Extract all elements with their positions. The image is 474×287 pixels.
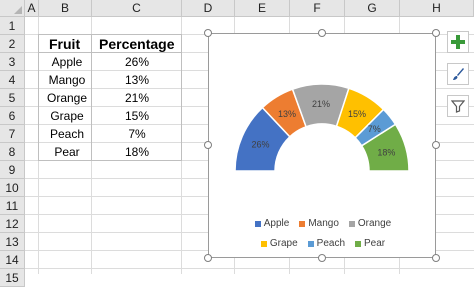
cell-percentage[interactable]: 15% <box>92 107 182 125</box>
half-doughnut-chart[interactable]: 26% 13% 21% 15% 7% 18% Apple Mango Orange Gra… <box>208 33 436 258</box>
row-header[interactable]: 12 <box>0 215 25 233</box>
cell-fruit[interactable]: Peach <box>43 125 91 143</box>
legend-swatch <box>254 220 261 227</box>
row-header[interactable]: 3 <box>0 53 25 71</box>
row-header[interactable]: 11 <box>0 197 25 215</box>
row-header[interactable]: 6 <box>0 107 25 125</box>
column-header-b[interactable]: B <box>39 0 92 17</box>
resize-handle[interactable] <box>432 254 440 262</box>
resize-handle[interactable] <box>432 29 440 37</box>
cell-fruit[interactable]: Mango <box>43 71 91 89</box>
resize-handle[interactable] <box>318 254 326 262</box>
data-label: 13% <box>278 109 296 119</box>
legend-item[interactable]: Orange <box>348 218 392 229</box>
legend-label: Apple <box>263 218 290 229</box>
legend-label: Grape <box>269 238 298 249</box>
column-header-d[interactable]: D <box>182 0 235 17</box>
cell-percentage[interactable]: 13% <box>92 71 182 89</box>
column-header-e[interactable]: E <box>235 0 290 17</box>
legend-swatch <box>348 220 355 227</box>
resize-handle[interactable] <box>204 29 212 37</box>
row-header[interactable]: 4 <box>0 71 25 89</box>
resize-handle[interactable] <box>204 254 212 262</box>
resize-handle[interactable] <box>204 141 212 149</box>
row-header[interactable]: 14 <box>0 251 25 269</box>
cell-percentage[interactable]: 26% <box>92 53 182 71</box>
header-fruit[interactable]: Fruit <box>46 35 92 53</box>
data-label: 15% <box>348 109 366 119</box>
chart-plot: 26% 13% 21% 15%7% 18% <box>234 83 410 172</box>
cell-fruit[interactable]: Apple <box>43 53 91 71</box>
column-header-g[interactable]: G <box>345 0 400 17</box>
chart-elements-button[interactable] <box>447 31 469 53</box>
data-label: 7% <box>368 124 381 134</box>
legend-label: Pear <box>364 238 386 249</box>
cell-fruit[interactable]: Orange <box>43 89 91 107</box>
row-header[interactable]: 2 <box>0 35 25 53</box>
header-percentage[interactable]: Percentage <box>96 35 182 53</box>
data-label: 18% <box>377 147 395 157</box>
legend-item[interactable]: Pear <box>355 238 385 249</box>
row-header[interactable]: 7 <box>0 125 25 143</box>
data-label: 26% <box>252 139 270 149</box>
row-header[interactable]: 8 <box>0 143 25 161</box>
plus-icon <box>451 35 465 49</box>
legend-swatch <box>260 240 267 247</box>
legend-item[interactable]: Apple <box>254 218 290 229</box>
legend-label: Orange <box>357 218 392 229</box>
select-all-corner[interactable] <box>0 0 25 17</box>
legend-label: Peach <box>316 238 346 249</box>
filter-icon <box>451 100 465 113</box>
legend-swatch <box>299 220 306 227</box>
legend-item[interactable]: Peach <box>307 238 346 249</box>
row-header[interactable]: 1 <box>0 17 25 35</box>
legend-item[interactable]: Grape <box>260 238 298 249</box>
legend-label: Mango <box>308 218 339 229</box>
cell-fruit[interactable]: Grape <box>43 107 91 125</box>
chart-filters-button[interactable] <box>447 95 469 117</box>
row-header[interactable]: 9 <box>0 161 25 179</box>
gridline <box>25 268 474 269</box>
row-header[interactable]: 10 <box>0 179 25 197</box>
column-header-c[interactable]: C <box>92 0 182 17</box>
cell-percentage[interactable]: 21% <box>92 89 182 107</box>
legend-swatch <box>307 240 314 247</box>
chart-styles-button[interactable] <box>447 63 469 85</box>
column-header-f[interactable]: F <box>290 0 345 17</box>
resize-handle[interactable] <box>318 29 326 37</box>
cell-percentage[interactable]: 18% <box>92 143 182 161</box>
spreadsheet: A B C D E F G H 1 2 3 4 5 6 7 8 9 10 11 … <box>0 0 474 287</box>
cell-percentage[interactable]: 7% <box>92 125 182 143</box>
column-header-h[interactable]: H <box>400 0 474 17</box>
data-label: 21% <box>312 99 330 109</box>
legend-item[interactable]: Mango <box>299 218 339 229</box>
legend-swatch <box>355 240 362 247</box>
row-header[interactable]: 15 <box>0 269 25 287</box>
resize-handle[interactable] <box>432 141 440 149</box>
row-header[interactable]: 13 <box>0 233 25 251</box>
row-header[interactable]: 5 <box>0 89 25 107</box>
column-header-a[interactable]: A <box>25 0 39 17</box>
legend-row-1: Apple Mango Orange <box>209 218 437 229</box>
cell-fruit[interactable]: Pear <box>43 143 91 161</box>
paintbrush-icon <box>453 68 464 80</box>
legend-row-2: Grape Peach Pear <box>209 238 437 249</box>
